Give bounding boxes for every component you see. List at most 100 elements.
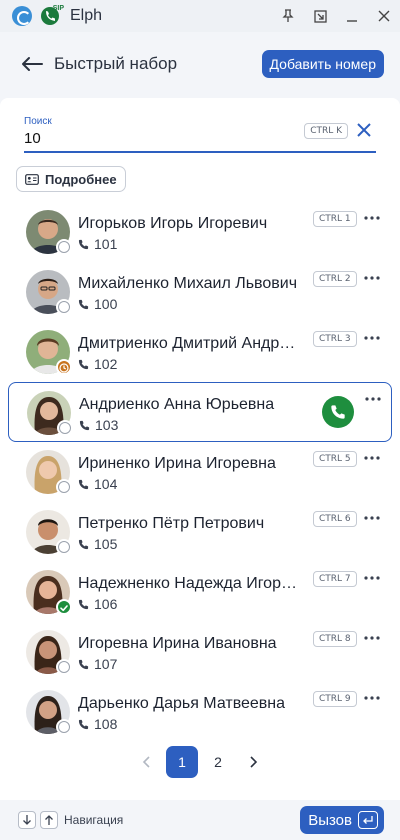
contact-card-icon (25, 173, 39, 185)
more-options-icon[interactable] (360, 628, 384, 648)
more-options-icon[interactable] (360, 208, 384, 228)
quick-call-button[interactable] (322, 396, 354, 428)
contact-row-selected[interactable]: Андриенко Анна Юрьевна 103 (8, 382, 392, 442)
add-number-button[interactable]: Добавить номер (261, 50, 384, 78)
more-options-icon[interactable] (360, 568, 384, 588)
contact-ext: 104 (78, 476, 117, 492)
page-1-button[interactable]: 1 (166, 746, 198, 778)
contact-row[interactable]: Михайленко Михаил Львович 100 CTRL 2 (8, 262, 392, 322)
page-header: Быстрый набор Добавить номер (0, 44, 400, 84)
sip-badge: SIP (52, 5, 64, 12)
contact-shortcut: CTRL 6 (313, 511, 357, 527)
sip-phone-icon: SIP (40, 5, 64, 26)
contact-row[interactable]: Ириненко Ирина Игоревна 104 CTRL 5 (8, 442, 392, 502)
footer: Навигация Вызов (0, 800, 400, 840)
page-2-button[interactable]: 2 (202, 746, 234, 778)
contact-list: Игорьков Игорь Игоревич 101 CTRL 1 Михай… (8, 202, 392, 742)
more-options-icon[interactable] (360, 268, 384, 288)
phone-icon (78, 359, 89, 369)
contact-ext-number: 105 (94, 536, 118, 552)
app-title: Elph (70, 7, 103, 24)
contact-name: Дарьенко Дарья Матвеевна (78, 695, 286, 712)
contact-row[interactable]: Дмитриенко Дмитрий Андреевич 102 CTRL 3 (8, 322, 392, 382)
contact-ext: 105 (78, 536, 117, 552)
prev-page-icon[interactable] (130, 746, 162, 778)
contact-ext: 102 (78, 356, 117, 372)
clear-icon[interactable] (354, 120, 374, 140)
title-bar: SIP Elph (0, 0, 400, 32)
phone-icon (79, 420, 90, 430)
contact-ext: 101 (78, 236, 117, 252)
phone-icon (78, 719, 89, 729)
contact-ext-number: 108 (94, 716, 118, 732)
status-offline-icon (56, 299, 72, 315)
contact-name: Ириненко Ирина Игоревна (78, 455, 276, 472)
status-offline-icon (56, 539, 72, 555)
contact-row[interactable]: Дарьенко Дарья Матвеевна 108 CTRL 9 (8, 682, 392, 742)
more-options-icon[interactable] (361, 389, 385, 409)
contact-shortcut: CTRL 3 (313, 331, 357, 347)
phone-icon (78, 539, 89, 549)
minimize-icon[interactable] (336, 0, 368, 32)
contact-row[interactable]: Петренко Пётр Петрович 105 CTRL 6 (8, 502, 392, 562)
contact-row[interactable]: Надежненко Надежда Игоревна 106 CTRL 7 (8, 562, 392, 622)
contact-ext-number: 100 (94, 296, 118, 312)
pagination: 1 2 (0, 746, 400, 778)
back-arrow-icon[interactable] (18, 50, 46, 78)
contact-name: Дмитриенко Дмитрий Андреевич (78, 335, 302, 352)
phone-icon (78, 239, 89, 249)
resize-icon[interactable] (304, 0, 336, 32)
arrow-down-key-icon (18, 811, 36, 829)
contact-ext-number: 106 (94, 596, 118, 612)
navigation-label: Навигация (64, 813, 124, 827)
pin-icon[interactable] (272, 0, 304, 32)
details-button[interactable]: Подробнее (16, 166, 126, 192)
arrow-up-key-icon (40, 811, 58, 829)
contact-ext: 106 (78, 596, 117, 612)
contact-name: Игорьков Игорь Игоревич (78, 215, 268, 232)
call-button-label: Вызов (308, 811, 352, 829)
contact-shortcut: CTRL 2 (313, 271, 357, 287)
more-options-icon[interactable] (360, 688, 384, 708)
phone-icon (78, 299, 89, 309)
contact-ext-number: 103 (95, 417, 119, 433)
contact-shortcut: CTRL 1 (313, 211, 357, 227)
contact-shortcut: CTRL 5 (313, 451, 357, 467)
contact-ext-number: 107 (94, 656, 118, 672)
phone-icon (78, 599, 89, 609)
contact-shortcut: CTRL 7 (313, 571, 357, 587)
contact-ext: 103 (79, 417, 118, 433)
contact-row[interactable]: Игоревна Ирина Ивановна 107 CTRL 8 (8, 622, 392, 682)
close-icon[interactable] (368, 0, 400, 32)
status-offline-icon (56, 659, 72, 675)
search-label: Поиск (24, 116, 52, 127)
search-input[interactable] (24, 128, 294, 148)
contact-name: Игоревна Ирина Ивановна (78, 635, 277, 652)
contact-ext-number: 102 (94, 356, 118, 372)
page-title: Быстрый набор (54, 54, 178, 73)
contact-row[interactable]: Игорьков Игорь Игоревич 101 CTRL 1 (8, 202, 392, 262)
more-options-icon[interactable] (360, 508, 384, 528)
contact-ext: 107 (78, 656, 117, 672)
next-page-icon[interactable] (238, 746, 270, 778)
enter-key-icon (358, 811, 378, 829)
contact-name: Надежненко Надежда Игоревна (78, 575, 302, 592)
contact-shortcut: CTRL 9 (313, 691, 357, 707)
call-button[interactable]: Вызов (300, 806, 384, 834)
more-options-icon[interactable] (360, 328, 384, 348)
status-offline-icon (56, 479, 72, 495)
contact-name: Петренко Пётр Петрович (78, 515, 265, 532)
contact-shortcut: CTRL 8 (313, 631, 357, 647)
contact-ext-number: 101 (94, 236, 118, 252)
search-field[interactable]: Поиск CTRL K (24, 116, 376, 153)
search-shortcut: CTRL K (304, 123, 348, 139)
contact-ext-number: 104 (94, 476, 118, 492)
contact-name: Андриенко Анна Юрьевна (79, 396, 275, 413)
app-logo-icon (12, 6, 32, 26)
contact-ext: 100 (78, 296, 117, 312)
contact-name: Михайленко Михаил Львович (78, 275, 298, 292)
more-options-icon[interactable] (360, 448, 384, 468)
details-label: Подробнее (45, 171, 117, 187)
phone-icon (78, 659, 89, 669)
contact-ext: 108 (78, 716, 117, 732)
